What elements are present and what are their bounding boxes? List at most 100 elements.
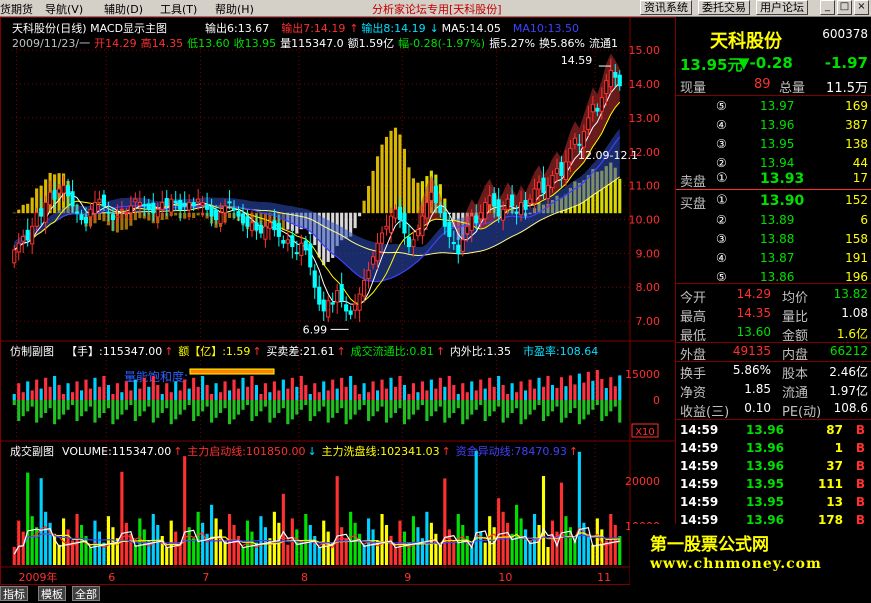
volume-bar — [546, 547, 550, 565]
ask-volume: 138 — [845, 137, 868, 151]
toolbar-button[interactable]: 资讯系统 — [640, 0, 692, 15]
sub1-bar — [416, 400, 420, 410]
stat-label: 量比 — [782, 310, 809, 325]
candle-body — [97, 198, 102, 204]
menu-item[interactable]: 导航(V) — [45, 1, 83, 17]
volume-bar — [402, 531, 407, 565]
trend-arrow: ↑ — [164, 345, 173, 358]
sub1-bar — [380, 379, 384, 400]
low-price-annotation: 6.99 — [303, 323, 328, 336]
macd-bar — [192, 212, 196, 219]
sub1-bar — [474, 400, 478, 410]
bid-price: 13.87 — [760, 251, 795, 265]
toolbar-button[interactable]: 委托交易 — [698, 0, 750, 15]
y-tick-label: 15000 — [625, 368, 660, 381]
bid-level: ① — [716, 193, 728, 208]
volume-bar — [483, 542, 487, 565]
toolbar-button[interactable]: 用户论坛 — [756, 0, 808, 15]
sub1-bar — [66, 400, 70, 410]
ask-price: 13.95 — [760, 137, 795, 151]
restore-icon[interactable]: □ — [837, 0, 852, 15]
sub1-bar — [304, 385, 308, 400]
candle-body — [222, 205, 228, 214]
sub1-bar — [411, 383, 416, 400]
candle-body — [285, 239, 290, 244]
menu-item[interactable]: 辅助(D) — [104, 1, 143, 17]
stock-header: 天科股份 600378 — [676, 26, 871, 52]
volume-bar — [44, 511, 48, 565]
tick-row: 14:59 13.96 37 B — [676, 458, 871, 475]
candle-body — [12, 249, 17, 264]
sub1-bar — [160, 400, 164, 413]
volume-bar — [537, 525, 541, 565]
bid-row: ④ 13.87 191 — [676, 250, 871, 267]
volume-bar — [165, 547, 169, 565]
tick-direction: B — [855, 477, 865, 491]
minimize-icon[interactable]: _ — [820, 0, 835, 15]
menu-item[interactable]: 帮助(H) — [215, 1, 254, 17]
sub1-bar — [420, 400, 424, 405]
sub1-bar — [70, 392, 75, 400]
menu-item[interactable]: 货期货 — [0, 1, 33, 17]
sub1-bar — [214, 400, 218, 418]
sub1-bar — [201, 400, 205, 412]
volume-bar — [12, 547, 16, 565]
bottom-tab[interactable]: 指标 — [0, 586, 28, 601]
candle-body — [52, 189, 57, 200]
candle-body — [294, 252, 299, 255]
sub1-bar — [102, 376, 106, 400]
sub1-bar — [88, 388, 93, 400]
candle-body — [74, 211, 80, 214]
macd-bar — [367, 186, 371, 214]
sub1-bar — [254, 385, 259, 400]
sub1-bar — [30, 400, 34, 407]
volume-bar — [447, 529, 451, 565]
sub1-bar — [48, 400, 52, 409]
candle-body — [88, 208, 93, 218]
sub1-bar — [295, 386, 299, 400]
sub1-bar — [416, 392, 420, 400]
ask-price: 13.93 — [760, 171, 805, 187]
chart-area[interactable]: 15.0014.0013.0012.0011.0010.009.008.007.… — [0, 17, 676, 585]
volume-bar — [254, 542, 259, 565]
stat-value: 14.29 — [736, 287, 771, 301]
candle-body — [142, 204, 147, 207]
volume-bar — [618, 536, 622, 565]
bottom-tab[interactable]: 全部 — [72, 586, 100, 601]
sub1-bar — [519, 381, 523, 400]
sub1-bar — [66, 383, 70, 400]
sub1-bar — [115, 400, 119, 420]
volume-bar — [380, 514, 384, 565]
volume-bar — [26, 472, 30, 565]
sub1-bar — [564, 386, 568, 400]
volume-bar — [79, 525, 84, 565]
sub1-bar — [142, 377, 146, 400]
sub1-bar — [277, 390, 281, 400]
sub1-bar — [537, 377, 541, 400]
sub1-bar — [331, 379, 335, 400]
candle-body — [61, 185, 66, 194]
candle-body — [290, 235, 295, 248]
bottom-tab[interactable]: 模板 — [38, 586, 66, 601]
bid-row: ② 13.89 6 — [676, 212, 871, 229]
macd-bar — [380, 144, 384, 214]
stat-value: 49135 — [732, 344, 771, 358]
volume-bar — [210, 504, 214, 565]
close-icon[interactable]: × — [854, 0, 869, 15]
candle-body — [590, 103, 595, 113]
sub1-bar — [21, 392, 25, 400]
volume-bar — [295, 529, 299, 565]
indicator-output: 输出7:14.19 — [281, 21, 345, 35]
sub1-bar — [147, 386, 151, 400]
sub1-bar — [245, 386, 250, 400]
volume-bar — [133, 544, 137, 565]
menu-item[interactable]: 工具(T) — [160, 1, 197, 17]
candle-body — [388, 215, 394, 233]
candle-body — [344, 304, 349, 312]
sub1-bar — [124, 381, 128, 400]
macd-bar — [133, 212, 137, 221]
sub1-bar — [133, 379, 137, 400]
y-tick-label: 8.00 — [636, 281, 661, 294]
sub1-bar — [375, 390, 380, 400]
stat-value: 66212 — [829, 344, 868, 358]
